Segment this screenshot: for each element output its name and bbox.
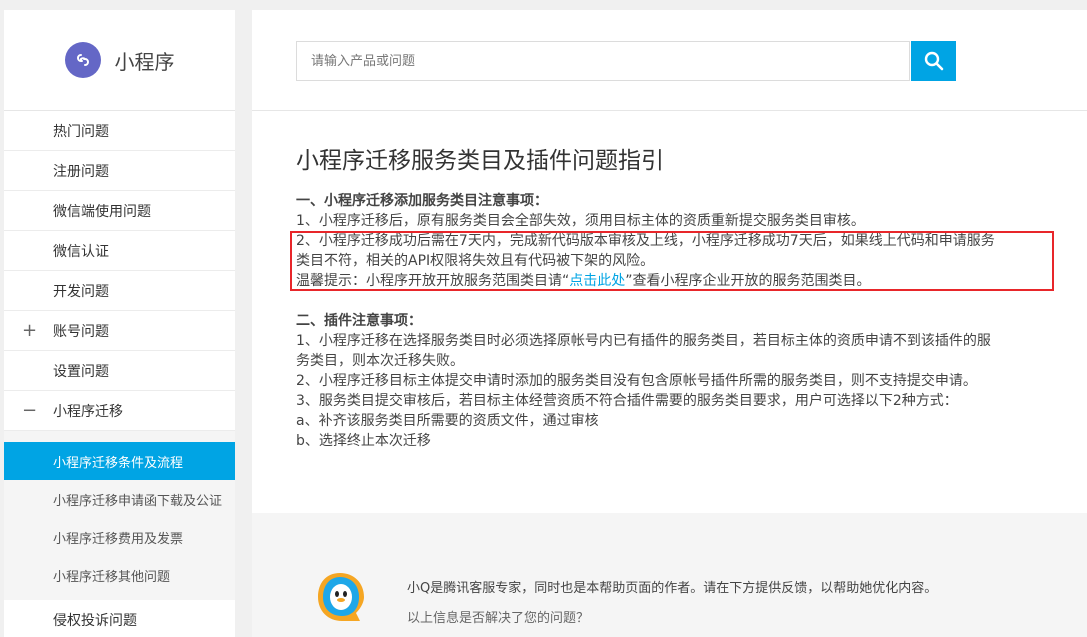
paragraph: 务类目，则本次迁移失败。 xyxy=(296,353,464,369)
sidebar-subitem[interactable]: 小程序迁移其他问题 xyxy=(4,556,235,594)
brand-title: 小程序 xyxy=(114,49,175,74)
article: 小程序迁移服务类目及插件问题指引 一、小程序迁移添加服务类目注意事项： 1、小程… xyxy=(252,111,1087,513)
search-bar xyxy=(252,10,1087,111)
section-heading: 一、小程序迁移添加服务类目注意事项： xyxy=(296,193,548,209)
paragraph: 3、服务类目提交审核后，若目标主体经营资质不符合插件需要的服务类目要求，用户可选… xyxy=(296,393,958,409)
sidebar-item-label: 设置问题 xyxy=(53,363,109,380)
paragraph: 1、小程序迁移在选择服务类目时必须选择原帐号内已有插件的服务类目，若目标主体的资… xyxy=(296,333,991,349)
sidebar-subitem-label: 小程序迁移其他问题 xyxy=(53,569,171,585)
sidebar-item-label: 侵权投诉问题 xyxy=(53,612,137,629)
expand-icon[interactable]: + xyxy=(22,321,37,340)
sidebar-subitem-label: 小程序迁移条件及流程 xyxy=(53,455,184,471)
sidebar-item[interactable]: − 小程序迁移 xyxy=(4,391,235,431)
sidebar-item-label: 注册问题 xyxy=(53,163,109,180)
tip-paragraph: 温馨提示：小程序开放开放服务范围类目请“点击此处”查看小程序企业开放的服务范围类… xyxy=(296,271,1056,291)
section-heading: 二、插件注意事项： xyxy=(296,313,422,329)
sidebar-item[interactable]: 开发问题 xyxy=(4,271,235,311)
search-input[interactable] xyxy=(296,41,910,81)
sidebar-nav: 热门问题 注册问题 微信端使用问题 微信认证 开发问题 + 账号问题 设置问题 − 小程序迁移 小程… xyxy=(4,111,235,637)
paragraph: 2、小程序迁移成功后需在7天内，完成新代码版本审核及上线，小程序迁移成功7天后，… xyxy=(296,233,995,249)
sidebar-item[interactable]: 设置问题 xyxy=(4,351,235,391)
sidebar: 小程序 热门问题 注册问题 微信端使用问题 微信认证 开发问题 + 账号问题 设置问题 − 小程序… xyxy=(4,10,235,637)
sidebar-subitem[interactable]: 小程序迁移条件及流程 xyxy=(4,442,235,480)
sidebar-item[interactable]: 微信认证 xyxy=(4,231,235,271)
main-area: 小程序迁移服务类目及插件问题指引 一、小程序迁移添加服务类目注意事项： 1、小程… xyxy=(252,10,1087,637)
qq-penguin-icon xyxy=(312,569,368,625)
link-icon xyxy=(64,42,101,78)
sidebar-item[interactable]: 热门问题 xyxy=(4,111,235,151)
search-button[interactable] xyxy=(911,41,956,81)
click-here-link[interactable]: 点击此处 xyxy=(569,273,625,289)
sidebar-item[interactable]: 侵权投诉问题 xyxy=(4,600,235,637)
sidebar-item[interactable]: 注册问题 xyxy=(4,151,235,191)
page-title: 小程序迁移服务类目及插件问题指引 xyxy=(296,148,664,174)
feedback-intro: 小Q是腾讯客服专家，同时也是本帮助页面的作者。请在下方提供反馈，以帮助她优化内容… xyxy=(407,581,938,596)
sidebar-item-label: 微信认证 xyxy=(53,243,109,260)
tip-prefix: 温馨提示：小程序开放开放服务范围类目请“ xyxy=(296,273,570,289)
brand-header[interactable]: 小程序 xyxy=(4,10,235,111)
sidebar-subitem[interactable]: 小程序迁移费用及发票 xyxy=(4,518,235,556)
paragraph: 类目不符，相关的API权限将失效且有代码被下架的风险。 xyxy=(296,253,655,269)
tip-suffix: ”查看小程序企业开放的服务范围类目。 xyxy=(625,273,871,289)
paragraph: 1、小程序迁移后，原有服务类目会全部失效，须用目标主体的资质重新提交服务类目审核… xyxy=(296,213,865,229)
sidebar-subitem-label: 小程序迁移费用及发票 xyxy=(53,531,184,547)
sidebar-item[interactable]: + 账号问题 xyxy=(4,311,235,351)
sidebar-sublist: 小程序迁移条件及流程小程序迁移申请函下载及公证 小程序迁移费用及发票 小程序迁移其他… xyxy=(4,431,235,600)
paragraph: b、选择终止本次迁移 xyxy=(296,433,431,449)
sidebar-item-label: 微信端使用问题 xyxy=(53,203,151,220)
sidebar-item-label: 开发问题 xyxy=(53,283,109,300)
sidebar-item[interactable]: 微信端使用问题 xyxy=(4,191,235,231)
article-content: 一、小程序迁移添加服务类目注意事项： 1、小程序迁移后，原有服务类目会全部失效，… xyxy=(296,191,1056,451)
paragraph: 2、小程序迁移目标主体提交申请时添加的服务类目没有包含原帐号插件所需的服务类目，… xyxy=(296,373,977,389)
sidebar-item-label: 小程序迁移 xyxy=(53,403,123,420)
feedback-section: 小Q是腾讯客服专家，同时也是本帮助页面的作者。请在下方提供反馈，以帮助她优化内容… xyxy=(252,513,1087,637)
sidebar-item-label: 热门问题 xyxy=(53,123,109,140)
sidebar-subitem[interactable]: 小程序迁移申请函下载及公证 xyxy=(4,480,235,518)
paragraph: a、补齐该服务类目所需要的资质文件，通过审核 xyxy=(296,413,599,429)
collapse-icon[interactable]: − xyxy=(22,401,37,420)
sidebar-item-label: 账号问题 xyxy=(53,323,109,340)
feedback-question: 以上信息是否解决了您的问题？ xyxy=(407,611,590,626)
search-icon xyxy=(924,51,943,71)
sidebar-subitem-label: 小程序迁移申请函下载及公证 xyxy=(53,493,223,509)
